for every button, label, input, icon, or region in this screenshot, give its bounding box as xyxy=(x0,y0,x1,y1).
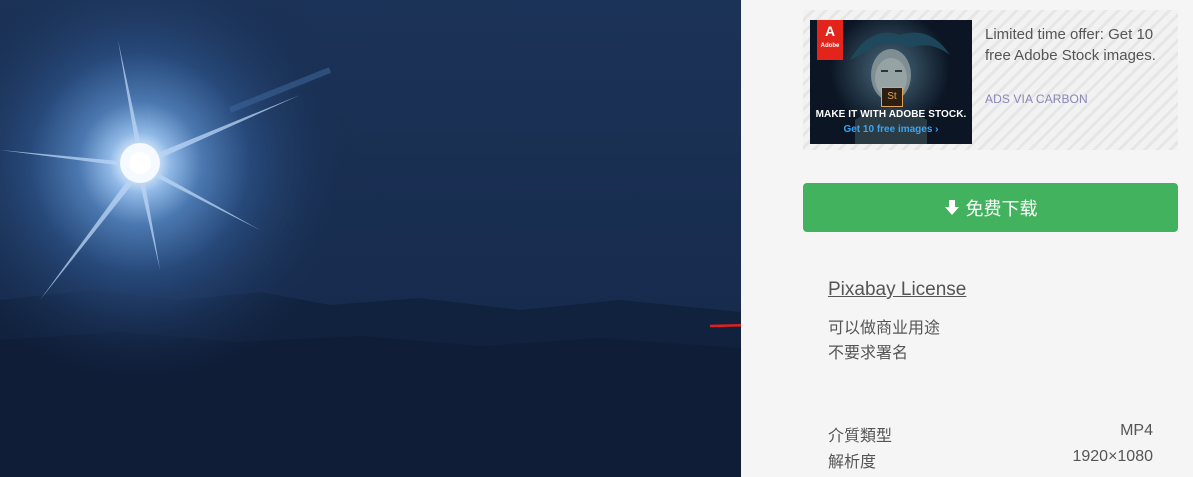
ad-headline: MAKE IT WITH ADOBE STOCK. xyxy=(815,109,967,120)
video-frame-image xyxy=(0,0,741,477)
duration-label: 持續時間 xyxy=(828,472,892,477)
ad-image[interactable]: A Adobe St MAKE IT WITH ADOBE STOCK. Get… xyxy=(810,20,972,144)
ads-via-carbon-link[interactable]: ADS VIA CARBON xyxy=(985,92,1088,106)
adobe-logo-icon: A Adobe xyxy=(817,20,843,60)
ad-subline: Get 10 free images › xyxy=(843,124,939,135)
license-no-attribution: 不要求署名 xyxy=(828,343,909,362)
license-commercial-use: 可以做商业用途 xyxy=(828,318,941,337)
sidebar: A Adobe St MAKE IT WITH ADOBE STOCK. Get… xyxy=(741,0,1193,477)
media-type-label: 介質類型 xyxy=(828,426,893,445)
arrow-down-icon xyxy=(944,199,959,215)
media-type-value: MP4 xyxy=(1120,422,1153,439)
resolution-label: 解析度 xyxy=(828,452,877,471)
carbon-ad[interactable]: A Adobe St MAKE IT WITH ADOBE STOCK. Get… xyxy=(803,10,1178,150)
ad-offer-text[interactable]: Limited time offer: Get 10 free Adobe St… xyxy=(985,24,1175,66)
license-link[interactable]: Pixabay License xyxy=(828,279,966,301)
free-download-button[interactable]: 免费下载 xyxy=(803,183,1178,232)
video-preview[interactable] xyxy=(0,0,741,477)
download-label: 免费下载 xyxy=(965,198,1038,219)
video-detail-page: A Adobe St MAKE IT WITH ADOBE STOCK. Get… xyxy=(0,0,1193,477)
stock-badge: St xyxy=(881,87,903,107)
resolution-value: 1920×1080 xyxy=(1072,448,1153,465)
